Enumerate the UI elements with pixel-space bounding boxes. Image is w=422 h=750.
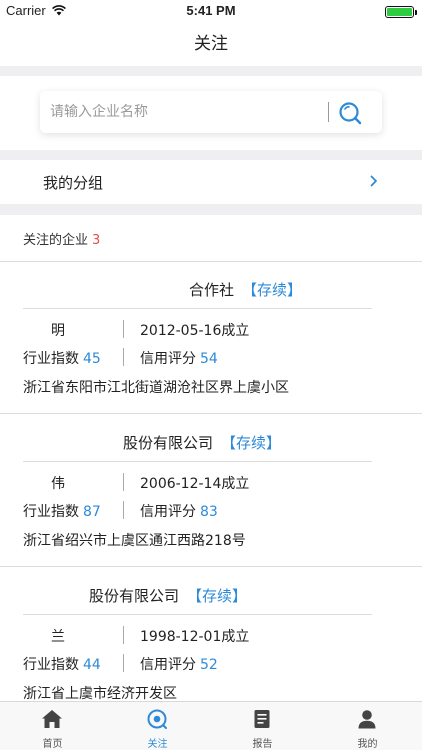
company-name-line: 股份有限公司 【存续】	[89, 585, 247, 606]
company-address: 浙江省绍兴市上虞区通江西路218号	[23, 533, 246, 549]
followed-count: 3	[92, 233, 101, 248]
tab-profile[interactable]: 我的	[315, 702, 420, 750]
field-separator	[123, 320, 124, 338]
industry-index: 行业指数 44	[23, 654, 101, 674]
followed-label-text: 关注的企业	[23, 233, 89, 248]
founded-date: 2012-05-16成立	[140, 323, 250, 339]
credit-score-label: 信用评分	[140, 351, 196, 367]
company-name: 股份有限公司	[123, 434, 214, 452]
company-card[interactable]: 股份有限公司 【存续】 伟 2006-12-14成立 行业指数 87 信用评分 83 …	[0, 414, 422, 566]
credit-score-label: 信用评分	[140, 657, 196, 673]
tab-profile-label: 我的	[357, 739, 378, 750]
company-name-line: 股份有限公司 【存续】	[123, 432, 281, 453]
search-divider	[328, 102, 329, 122]
report-icon	[254, 710, 270, 728]
credit-score: 信用评分 54	[140, 348, 218, 368]
my-groups-row[interactable]: 我的分组	[0, 160, 422, 204]
tab-home-label: 首页	[42, 739, 63, 750]
company-status: 【存续】	[187, 587, 248, 605]
company-status: 【存续】	[242, 281, 303, 299]
field-separator	[123, 348, 124, 366]
credit-score: 信用评分 83	[140, 501, 218, 521]
followed-count-label: 关注的企业 3	[23, 229, 100, 248]
follow-eye-icon	[147, 709, 167, 729]
card-divider	[23, 461, 372, 462]
credit-score-value: 83	[200, 504, 218, 520]
credit-score-value: 54	[200, 351, 218, 367]
home-icon	[42, 710, 62, 728]
industry-index-value: 44	[83, 657, 101, 673]
industry-index-value: 87	[83, 504, 101, 520]
industry-index-value: 45	[83, 351, 101, 367]
legal-person: 伟	[51, 476, 65, 492]
legal-person: 兰	[51, 629, 65, 645]
profile-icon	[358, 710, 376, 729]
search-icon[interactable]	[336, 99, 364, 127]
field-separator	[123, 654, 124, 672]
section-divider	[0, 66, 422, 76]
company-name-line: 合作社 【存续】	[189, 279, 302, 300]
founded-date: 2006-12-14成立	[140, 476, 250, 492]
clock: 5:41 PM	[186, 3, 236, 18]
tab-follow-label: 关注	[147, 739, 168, 750]
search-area	[0, 76, 422, 150]
chevron-right-icon	[370, 175, 377, 187]
industry-index-label: 行业指数	[23, 504, 79, 520]
field-separator	[123, 501, 124, 519]
tab-follow[interactable]: 关注	[105, 702, 210, 750]
search-box	[40, 91, 382, 133]
field-separator	[123, 626, 124, 644]
company-name: 合作社	[189, 281, 235, 299]
tab-report-label: 报告	[252, 739, 273, 750]
nav-title: 关注	[194, 34, 228, 54]
tab-home[interactable]: 首页	[0, 702, 105, 750]
my-groups-label: 我的分组	[43, 174, 104, 192]
industry-index: 行业指数 87	[23, 501, 101, 521]
company-status: 【存续】	[221, 434, 282, 452]
section-divider	[0, 150, 422, 160]
company-card[interactable]: 合作社 【存续】 明 2012-05-16成立 行业指数 45 信用评分 54 浙江省…	[0, 261, 422, 413]
legal-person: 明	[51, 323, 65, 339]
company-card[interactable]: 股份有限公司 【存续】 兰 1998-12-01成立 行业指数 44 信用评分 52 …	[0, 567, 422, 701]
company-address: 浙江省上虞市经济开发区	[23, 686, 177, 701]
company-name: 股份有限公司	[89, 587, 180, 605]
credit-score-value: 52	[200, 657, 218, 673]
card-divider	[23, 614, 372, 615]
founded-date: 1998-12-01成立	[140, 629, 250, 645]
search-input[interactable]	[50, 91, 320, 133]
tab-bar: 首页 关注 报告 我的	[0, 701, 422, 750]
section-divider	[0, 204, 422, 215]
credit-score: 信用评分 52	[140, 654, 218, 674]
tab-report[interactable]: 报告	[210, 702, 315, 750]
card-divider	[23, 308, 372, 309]
credit-score-label: 信用评分	[140, 504, 196, 520]
company-address: 浙江省东阳市江北街道湖沧社区界上虞小区	[23, 380, 289, 396]
industry-index-label: 行业指数	[23, 351, 79, 367]
status-bar: Carrier 5:41 PM	[0, 0, 422, 22]
field-separator	[123, 473, 124, 491]
battery-icon	[385, 6, 417, 18]
industry-index: 行业指数 45	[23, 348, 101, 368]
industry-index-label: 行业指数	[23, 657, 79, 673]
